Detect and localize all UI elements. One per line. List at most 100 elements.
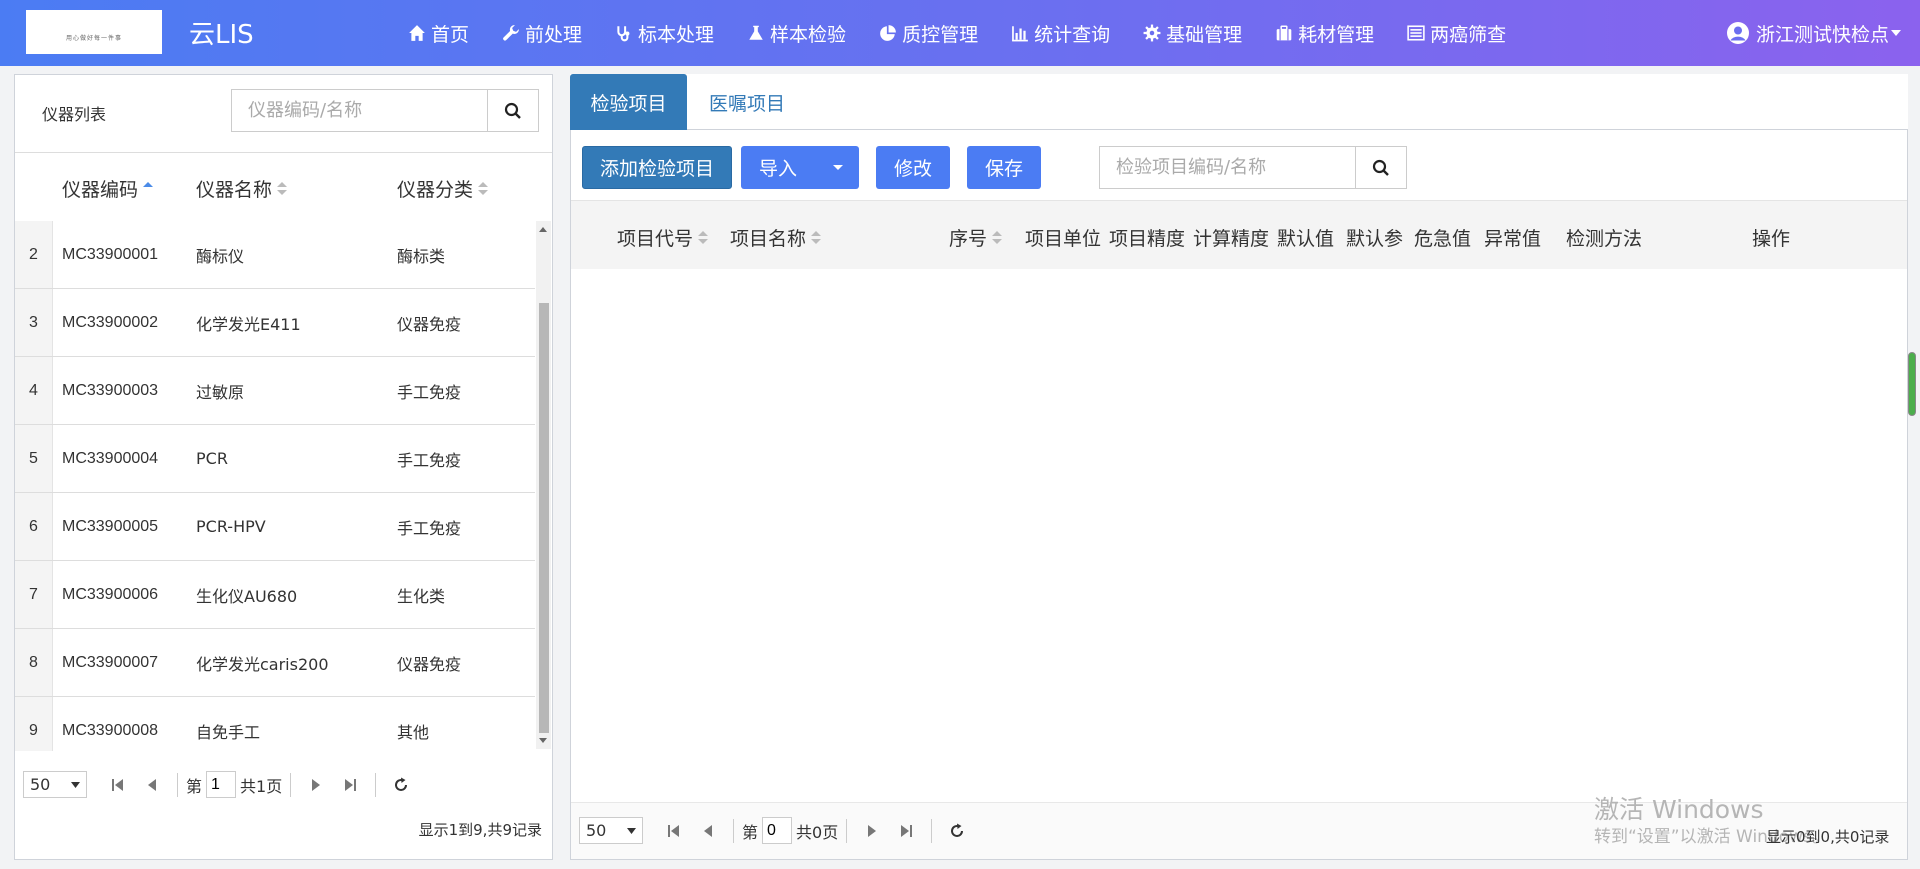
list-icon (1407, 25, 1425, 41)
table-row[interactable]: 6 MC33900005 PCR-HPV 手工免疫 (15, 493, 535, 561)
lab-items-pager: 50 第 共0页 (579, 817, 974, 844)
page-size-select[interactable]: 50 (579, 817, 643, 844)
nav-item-preprocess[interactable]: 前处理 (502, 20, 582, 47)
col-default-ref[interactable]: 默认参 (1346, 224, 1407, 251)
nav-item-consumables[interactable]: 耗材管理 (1275, 20, 1374, 47)
scroll-down-arrow-icon[interactable] (539, 738, 547, 743)
lab-item-search-button[interactable] (1355, 146, 1407, 189)
nav-item-qc[interactable]: 质控管理 (879, 20, 978, 47)
user-menu[interactable]: 浙江测试快检点 (1726, 0, 1902, 66)
table-row[interactable]: 4 MC33900003 过敏原 手工免疫 (15, 357, 535, 425)
col-actions: 操作 (1752, 228, 1791, 250)
col-label: 项目代号 (617, 228, 694, 250)
lab-item-search-input[interactable] (1099, 146, 1356, 189)
page-size-value: 50 (586, 821, 607, 840)
prev-page-icon (704, 824, 712, 837)
next-page-button[interactable] (861, 820, 883, 842)
refresh-button[interactable] (946, 820, 968, 842)
page-number-input[interactable] (762, 817, 793, 844)
prev-page-button[interactable] (697, 820, 719, 842)
nav-item-sample-test[interactable]: 样本检验 (747, 20, 846, 47)
col-calc-precision[interactable]: 计算精度 (1193, 224, 1269, 251)
cell-name: PCR (196, 449, 228, 468)
table-row[interactable]: 2 MC33900001 酶标仪 酶标类 (15, 221, 535, 289)
col-item-unit[interactable]: 项目单位 (1025, 224, 1101, 251)
instrument-search-button[interactable] (487, 89, 539, 132)
col-item-precision[interactable]: 项目精度 (1109, 224, 1185, 251)
col-item-code[interactable]: 项目代号 (617, 224, 709, 251)
pie-chart-icon (880, 25, 896, 41)
col-label: 仪器分类 (397, 179, 474, 201)
tab-lab-items[interactable]: 检验项目 (570, 74, 687, 130)
col-default-value[interactable]: 默认值 (1277, 224, 1334, 251)
total-pages: 共1页 (240, 776, 283, 796)
prev-page-button[interactable] (141, 774, 163, 796)
scrollbar-thumb[interactable] (539, 303, 549, 733)
edit-button[interactable]: 修改 (876, 146, 950, 189)
table-row[interactable]: 7 MC33900006 生化仪AU680 生化类 (15, 561, 535, 629)
cell-code: MC33900008 (62, 721, 159, 739)
scroll-up-arrow-icon[interactable] (539, 227, 547, 232)
first-page-icon (668, 824, 679, 837)
instrument-table-scrollbar[interactable] (536, 221, 551, 749)
item-tabs: 检验项目 医嘱项目 (570, 74, 1908, 130)
first-page-icon (112, 778, 123, 791)
page-prefix: 第 (186, 776, 203, 796)
cell-code: MC33900004 (62, 449, 159, 467)
nav-label: 首页 (431, 23, 470, 46)
nav-item-basic-admin[interactable]: 基础管理 (1143, 20, 1242, 47)
nav-item-stats[interactable]: 统计查询 (1011, 20, 1110, 47)
nav-label: 样本检验 (770, 23, 847, 46)
sort-asc-icon (143, 181, 154, 196)
col-test-method[interactable]: 检测方法 (1566, 224, 1642, 251)
col-item-name[interactable]: 项目名称 (730, 224, 822, 251)
pager-divider (290, 772, 292, 797)
user-circle-icon (1727, 22, 1749, 44)
nav-label: 两癌筛查 (1430, 23, 1507, 46)
refresh-icon (951, 823, 964, 837)
col-instrument-name[interactable]: 仪器名称 (196, 175, 288, 202)
instrument-table-header: 仪器编码 仪器名称 仪器分类 (15, 153, 552, 219)
nav-item-screening[interactable]: 两癌筛查 (1407, 20, 1506, 47)
pager-divider (177, 772, 178, 797)
refresh-button[interactable] (390, 774, 412, 796)
last-page-button[interactable] (339, 774, 361, 796)
pager-divider (931, 818, 933, 843)
col-instrument-code[interactable]: 仪器编码 (62, 175, 154, 202)
table-row[interactable]: 9 MC33900008 自免手工 其他 (15, 697, 535, 751)
nav-label: 基础管理 (1166, 23, 1243, 46)
next-page-button[interactable] (305, 774, 327, 796)
first-page-button[interactable] (663, 820, 685, 842)
col-critical-value[interactable]: 危急值 (1414, 224, 1471, 251)
page-number-input[interactable] (206, 771, 237, 798)
nav-item-home[interactable]: 首页 (408, 20, 469, 47)
table-row[interactable]: 8 MC33900007 化学发光caris200 仪器免疫 (15, 629, 535, 697)
col-instrument-category[interactable]: 仪器分类 (397, 175, 489, 202)
last-page-button[interactable] (895, 820, 917, 842)
page-scrollbar-thumb[interactable] (1908, 352, 1916, 416)
next-page-icon (312, 778, 321, 791)
cell-name: 自免手工 (196, 722, 261, 742)
col-label: 仪器编码 (62, 179, 139, 201)
cell-name: 生化仪AU680 (196, 586, 298, 606)
import-dropdown-button[interactable]: 导入 (741, 146, 859, 189)
refresh-icon (395, 777, 408, 791)
cell-code: MC33900006 (62, 585, 159, 603)
page-size-select[interactable]: 50 (23, 771, 87, 798)
col-abnormal-value[interactable]: 异常值 (1484, 224, 1541, 251)
add-lab-item-button[interactable]: 添加检验项目 (582, 146, 732, 189)
wrench-icon (503, 25, 519, 41)
caret-down-icon (833, 165, 843, 170)
last-page-icon (345, 778, 357, 791)
save-button[interactable]: 保存 (967, 146, 1041, 189)
tab-order-items[interactable]: 医嘱项目 (687, 74, 807, 130)
cell-category: 仪器免疫 (397, 314, 462, 334)
nav-item-specimen[interactable]: 标本处理 (615, 20, 714, 47)
instrument-search-input[interactable] (231, 89, 488, 132)
first-page-button[interactable] (107, 774, 129, 796)
table-row[interactable]: 5 MC33900004 PCR 手工免疫 (15, 425, 535, 493)
col-sequence[interactable]: 序号 (949, 224, 1003, 251)
table-row[interactable]: 3 MC33900002 化学发光E411 仪器免疫 (15, 289, 535, 357)
cell-name: 化学发光E411 (196, 314, 301, 334)
col-label: 项目名称 (730, 228, 807, 250)
